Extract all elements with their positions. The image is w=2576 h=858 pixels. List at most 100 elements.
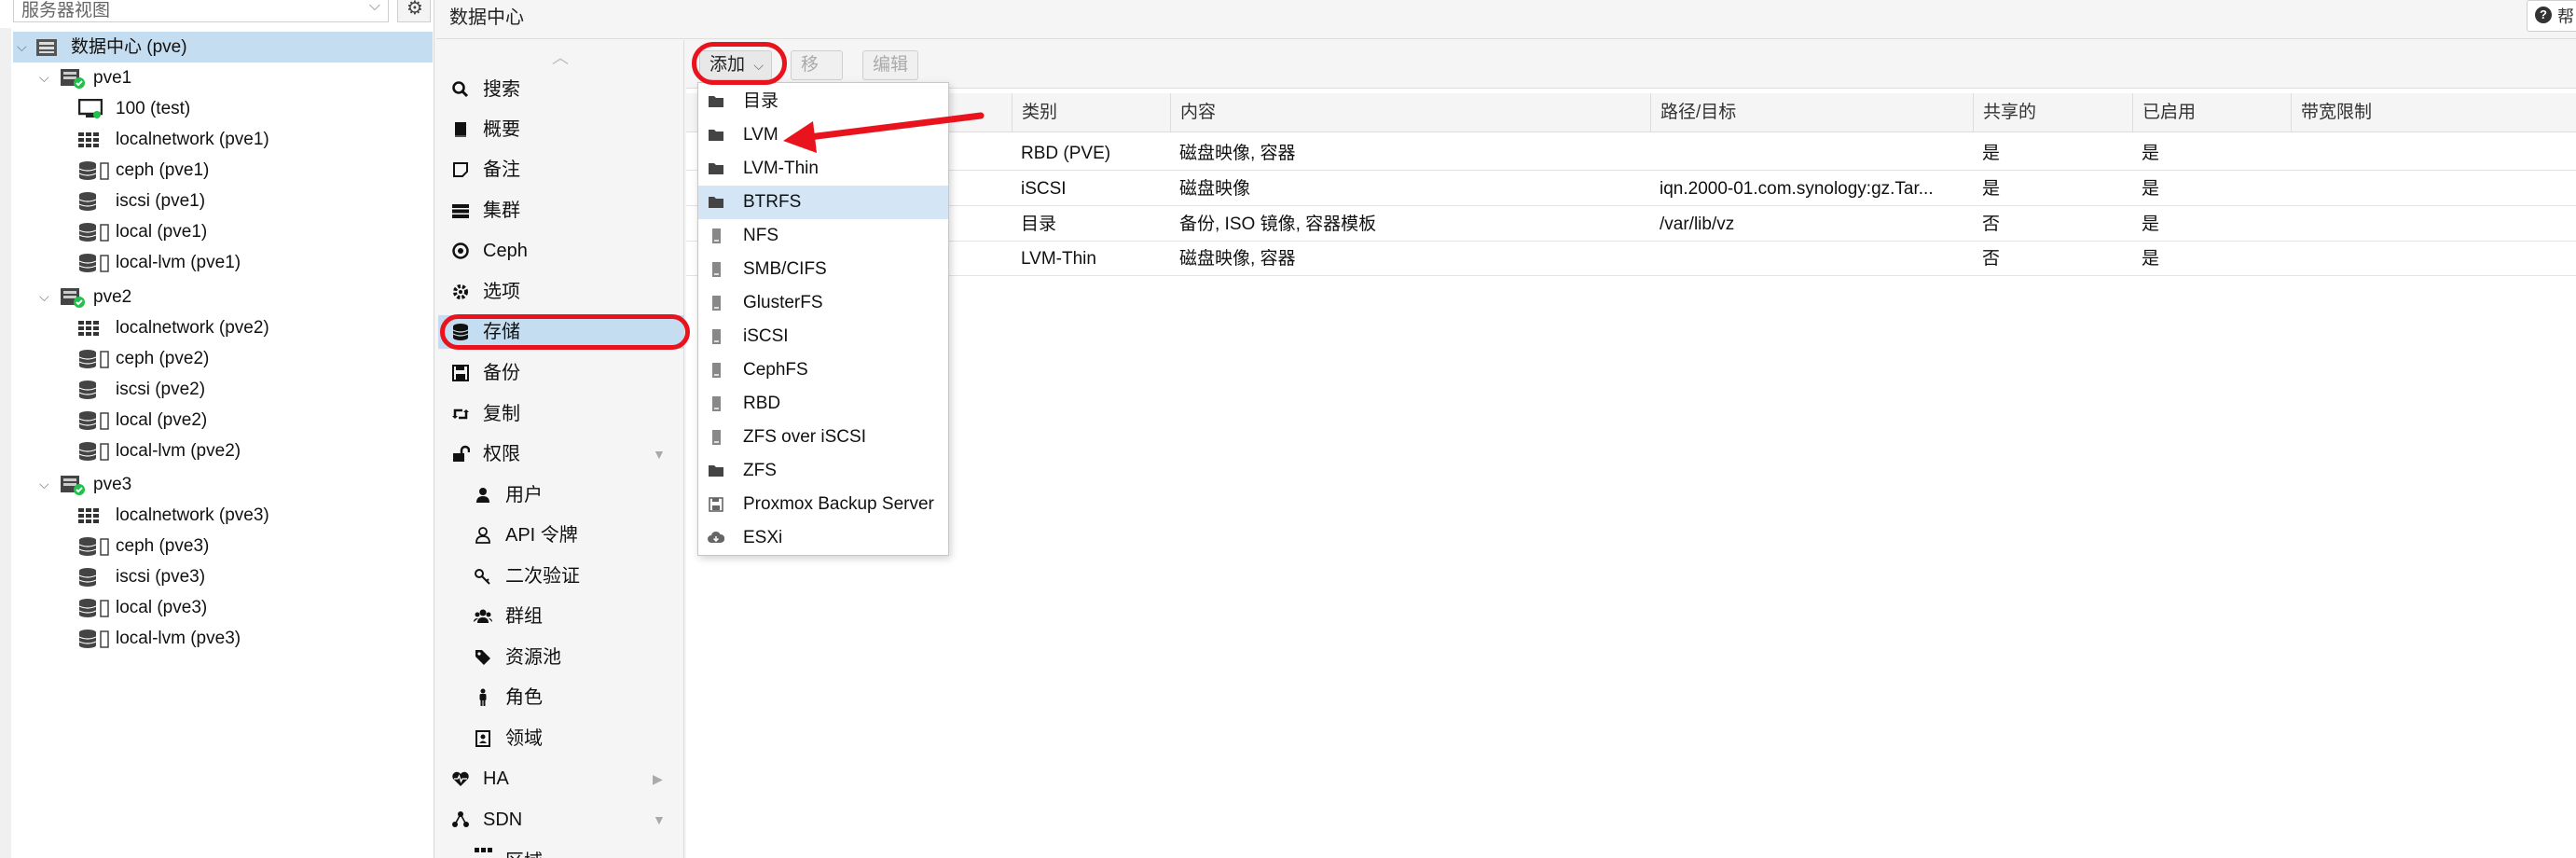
nav-item-cluster[interactable]: 集群	[438, 194, 684, 228]
server-icon	[712, 396, 721, 411]
menu-item-nfs[interactable]: NFS	[698, 219, 948, 253]
storage-icon	[78, 350, 109, 368]
view-selector-value: 服务器视图	[21, 1, 111, 21]
annotation-circle-storage	[440, 314, 690, 350]
tree-scrollbar[interactable]	[0, 28, 11, 858]
column-header-content[interactable]: 内容	[1170, 93, 1650, 132]
menu-item-btrfs[interactable]: BTRFS	[698, 186, 948, 219]
server-stack-icon	[452, 204, 469, 218]
chevron-down-icon: ⌵	[39, 289, 49, 304]
server-icon	[712, 430, 721, 445]
tree-item-datacenter[interactable]: ⌵ 数据中心 (pve)	[13, 32, 433, 62]
tree-settings-button[interactable]: ⚙	[397, 0, 431, 22]
tree-item-label: local (pve3)	[116, 598, 208, 617]
table-row[interactable]: 目录 备份, ISO 镜像, 容器模板 /var/lib/vz 否 是	[686, 207, 2576, 242]
user-icon	[476, 488, 489, 503]
question-icon: ?	[2535, 7, 2552, 23]
menu-item-glusterfs[interactable]: GlusterFS	[698, 286, 948, 320]
nav-item-groups[interactable]: 群组	[438, 600, 684, 633]
help-button[interactable]: ? 帮	[2527, 0, 2576, 32]
network-grid-icon	[78, 321, 99, 336]
nav-item-replication[interactable]: 复制	[438, 397, 684, 431]
view-selector[interactable]: 服务器视图 ⌵	[13, 0, 389, 22]
nav-item-backup[interactable]: 备份	[438, 356, 684, 390]
tree-item-label: iscsi (pve2)	[116, 380, 206, 399]
nav-item-two-factor[interactable]: 二次验证	[438, 560, 684, 593]
node-online-icon	[61, 68, 85, 89]
server-icon	[712, 262, 721, 277]
column-header-type[interactable]: 类别	[1012, 93, 1170, 132]
edit-button-label: 编辑	[873, 55, 909, 75]
menu-item-cephfs[interactable]: CephFS	[698, 353, 948, 387]
column-header-shared[interactable]: 共享的	[1973, 93, 2132, 132]
heartbeat-icon	[452, 771, 469, 786]
tree-item-label: pve1	[93, 68, 132, 88]
nav-item-roles[interactable]: 角色	[438, 681, 684, 714]
tree-item-label: ceph (pve1)	[116, 160, 210, 180]
cloud-download-icon	[708, 531, 724, 543]
sdn-icon	[452, 811, 469, 827]
tree-item-label: ceph (pve3)	[116, 536, 210, 556]
remove-button[interactable]: 移除	[791, 50, 843, 103]
storage-icon	[78, 381, 97, 399]
nav-item-ceph[interactable]: Ceph	[438, 234, 684, 268]
table-row[interactable]: LVM-Thin 磁盘映像, 容器 否 是	[686, 242, 2576, 276]
menu-item-zfs-over-iscsi[interactable]: ZFS over iSCSI	[698, 421, 948, 454]
menu-item-rbd[interactable]: RBD	[698, 387, 948, 421]
nav-item-users[interactable]: 用户	[438, 478, 684, 512]
menu-item-lvm-thin[interactable]: LVM-Thin	[698, 152, 948, 186]
network-grid-icon	[78, 508, 99, 523]
nav-item-options[interactable]: 选项	[438, 275, 684, 309]
folder-icon	[709, 130, 723, 141]
tree-item-label: local (pve2)	[116, 410, 208, 430]
grid-icon	[475, 848, 492, 852]
menu-item-smb-cifs[interactable]: SMB/CIFS	[698, 253, 948, 286]
search-icon	[452, 81, 469, 98]
tree-item-label: local (pve1)	[116, 222, 208, 242]
retweet-icon	[452, 408, 469, 420]
server-icon	[712, 363, 721, 378]
storage-icon	[78, 599, 109, 617]
unlock-icon	[453, 445, 470, 462]
menu-item-iscsi[interactable]: iSCSI	[698, 320, 948, 353]
tree-item-label: local-lvm (pve3)	[116, 629, 241, 648]
tree-item-label: pve2	[93, 287, 132, 307]
nav-item-notes[interactable]: 备注	[438, 153, 684, 187]
gear-icon: ⚙	[406, 0, 423, 19]
nav-item-summary[interactable]: 概要	[438, 113, 684, 146]
tree-item-label: local-lvm (pve1)	[116, 253, 241, 272]
menu-item-zfs[interactable]: ZFS	[698, 454, 948, 488]
table-row[interactable]: iSCSI 磁盘映像 iqn.2000-01.com.synology:gz.T…	[686, 172, 2576, 206]
tree-item-label: iscsi (pve1)	[116, 191, 206, 211]
nav-item-search[interactable]: 搜索	[438, 73, 684, 106]
nav-item-zones[interactable]: 区域	[438, 839, 684, 858]
annotation-circle-add	[692, 42, 787, 85]
scroll-up-icon[interactable]: ︿	[552, 45, 569, 69]
nav-item-permissions[interactable]: 权限 ▼	[438, 437, 684, 471]
server-icon	[712, 329, 721, 344]
server-icon	[712, 296, 721, 311]
nav-item-pools[interactable]: 资源池	[438, 641, 684, 674]
menu-item-esxi[interactable]: ESXi	[698, 521, 948, 555]
folder-icon	[709, 163, 723, 174]
nav-item-api-tokens[interactable]: API 令牌	[438, 519, 684, 552]
tags-icon	[475, 650, 490, 665]
floppy-icon	[452, 365, 469, 381]
chevron-down-icon: ⌵	[39, 70, 49, 85]
menu-item-proxmox-backup-server[interactable]: Proxmox Backup Server	[698, 488, 948, 521]
edit-button[interactable]: 编辑	[862, 50, 918, 80]
user-outline-icon	[475, 527, 490, 544]
tree-item-label: localnetwork (pve1)	[116, 130, 269, 149]
column-header-path[interactable]: 路径/目标	[1650, 93, 1973, 132]
nav-item-sdn[interactable]: SDN ▼	[438, 803, 684, 837]
male-icon	[479, 688, 487, 706]
tree-item-label: 数据中心 (pve)	[71, 37, 187, 57]
storage-icon	[78, 161, 109, 180]
column-header-bandwidth[interactable]: 带宽限制	[2291, 93, 2576, 132]
column-header-enabled[interactable]: 已启用	[2132, 93, 2291, 132]
tree-item-label: 100 (test)	[116, 99, 191, 118]
storage-icon	[78, 537, 109, 556]
chevron-down-icon: ⌵	[368, 0, 380, 14]
nav-item-ha[interactable]: HA ▶	[438, 762, 684, 796]
nav-item-realms[interactable]: 领域	[438, 722, 684, 755]
